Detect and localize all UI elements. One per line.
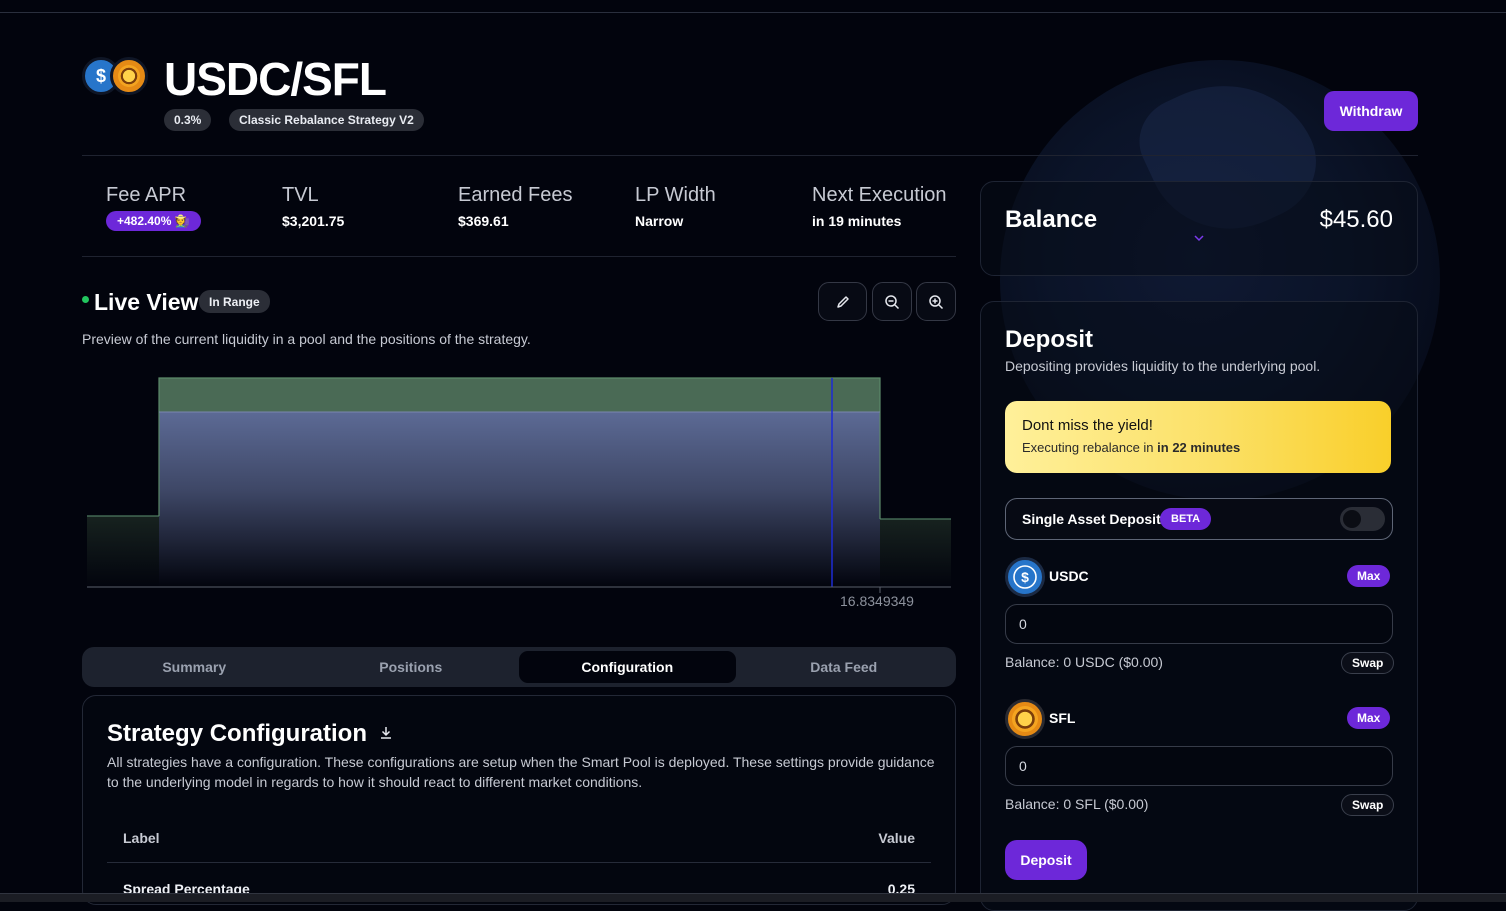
- usdc-token-name: USDC: [1049, 568, 1089, 584]
- usdc-swap-button[interactable]: Swap: [1341, 652, 1395, 674]
- config-title-text: Strategy Configuration: [107, 720, 368, 747]
- stat-label: TVL: [282, 184, 319, 206]
- strategy-configuration-card: Strategy Configuration All strategies ha…: [82, 695, 956, 905]
- live-view-description: Preview of the current liquidity in a po…: [82, 331, 531, 347]
- liquidity-range-area: [159, 412, 880, 587]
- sfl-amount-input[interactable]: [1005, 746, 1393, 786]
- fee-tier-badge: 0.3%: [164, 109, 212, 131]
- edit-button[interactable]: [818, 282, 867, 321]
- banner-text: Executing rebalance in in 22 minutes: [1022, 440, 1240, 455]
- usdc-max-button[interactable]: Max: [1347, 565, 1391, 587]
- zoom-out-icon: [885, 294, 900, 309]
- deposit-description: Depositing provides liquidity to the und…: [1005, 358, 1321, 374]
- stat-value: $369.61: [458, 213, 509, 229]
- balance-value: $45.60: [1319, 206, 1393, 233]
- stat-lp-width: LP Width Narrow: [635, 184, 716, 229]
- banner-time: in 22 minutes: [1157, 440, 1241, 455]
- apr-badge: +482.40% 🧑‍🌾: [106, 211, 201, 231]
- download-icon[interactable]: [378, 725, 394, 741]
- deposit-card: Deposit Depositing provides liquidity to…: [980, 301, 1418, 911]
- strategy-badge: Classic Rebalance Strategy V2: [229, 109, 424, 131]
- usdc-amount-input[interactable]: [1005, 604, 1393, 644]
- sfl-swap-button[interactable]: Swap: [1341, 794, 1395, 816]
- config-table-header: Label Value: [107, 818, 931, 863]
- sfl-token-icon: [1005, 699, 1045, 739]
- stat-earned-fees: Earned Fees $369.61: [458, 184, 573, 229]
- position-band: [159, 378, 880, 412]
- page-title: USDC/SFL: [164, 53, 387, 105]
- stat-label: Earned Fees: [458, 184, 573, 206]
- pencil-icon: [836, 295, 849, 308]
- stat-tvl: TVL $3,201.75: [282, 184, 344, 229]
- x-tick-label: 16.8349349: [840, 593, 914, 609]
- divider: [82, 155, 1418, 156]
- stat-value: in 19 minutes: [812, 213, 902, 229]
- tab-bar: Summary Positions Configuration Data Fee…: [82, 647, 956, 687]
- usdc-balance: Balance: 0 USDC ($0.00): [1005, 654, 1163, 670]
- balance-card[interactable]: Balance $45.60: [980, 181, 1418, 276]
- banner-text-prefix: Executing rebalance in: [1022, 440, 1154, 455]
- single-asset-deposit-row: Single Asset Deposit BETA: [1005, 498, 1393, 540]
- pair-logos: $: [82, 57, 152, 97]
- stat-value: $3,201.75: [282, 213, 345, 229]
- liquidity-left-area: [87, 516, 159, 587]
- svg-text:$: $: [1021, 569, 1029, 585]
- balance-label: Balance: [1005, 206, 1098, 233]
- rebalance-banner: Dont miss the yield! Executing rebalance…: [1005, 401, 1391, 473]
- deposit-button[interactable]: Deposit: [1005, 840, 1087, 880]
- tab-data-feed[interactable]: Data Feed: [736, 651, 953, 683]
- liquidity-chart: 16.8349349: [87, 377, 951, 609]
- sfl-token-name: SFL: [1049, 710, 1076, 726]
- tab-positions[interactable]: Positions: [303, 651, 520, 683]
- beta-badge: BETA: [1160, 508, 1212, 530]
- in-range-badge: In Range: [199, 290, 270, 313]
- divider: [82, 256, 956, 257]
- sfl-max-button[interactable]: Max: [1347, 707, 1391, 729]
- single-asset-label: Single Asset Deposit: [1022, 511, 1161, 527]
- column-value: Value: [878, 830, 915, 846]
- config-description: All strategies have a configuration. The…: [107, 754, 935, 790]
- stat-label: Next Execution: [812, 184, 947, 206]
- deposit-title: Deposit: [1005, 326, 1094, 353]
- stat-value: Narrow: [635, 213, 684, 229]
- sfl-icon: [110, 57, 148, 95]
- stat-next-execution: Next Execution in 19 minutes: [812, 184, 947, 229]
- bottom-taskbar: [0, 893, 1506, 902]
- live-indicator-dot: [82, 296, 89, 303]
- usdc-symbol: $: [95, 65, 106, 86]
- window-top-border: [0, 12, 1506, 13]
- sfl-balance: Balance: 0 SFL ($0.00): [1005, 796, 1149, 812]
- tab-summary[interactable]: Summary: [86, 651, 303, 683]
- liquidity-right-area: [880, 519, 951, 587]
- stat-label: LP Width: [635, 184, 716, 206]
- toggle-knob: [1343, 510, 1361, 528]
- usdc-token-icon: $: [1005, 557, 1045, 597]
- banner-title: Dont miss the yield!: [1022, 417, 1153, 434]
- config-title: Strategy Configuration: [107, 720, 394, 748]
- tab-configuration[interactable]: Configuration: [519, 651, 736, 683]
- zoom-out-button[interactable]: [872, 282, 912, 321]
- stat-label: Fee APR: [106, 184, 187, 206]
- zoom-in-icon: [929, 294, 944, 309]
- live-view-title: Live View: [94, 289, 199, 315]
- withdraw-button[interactable]: Withdraw: [1324, 91, 1418, 131]
- chevron-down-icon[interactable]: [1193, 234, 1205, 242]
- single-asset-toggle[interactable]: [1340, 507, 1385, 531]
- zoom-in-button[interactable]: [916, 282, 956, 321]
- column-label: Label: [123, 830, 160, 846]
- stat-fee-apr: Fee APR +482.40% 🧑‍🌾: [106, 184, 201, 231]
